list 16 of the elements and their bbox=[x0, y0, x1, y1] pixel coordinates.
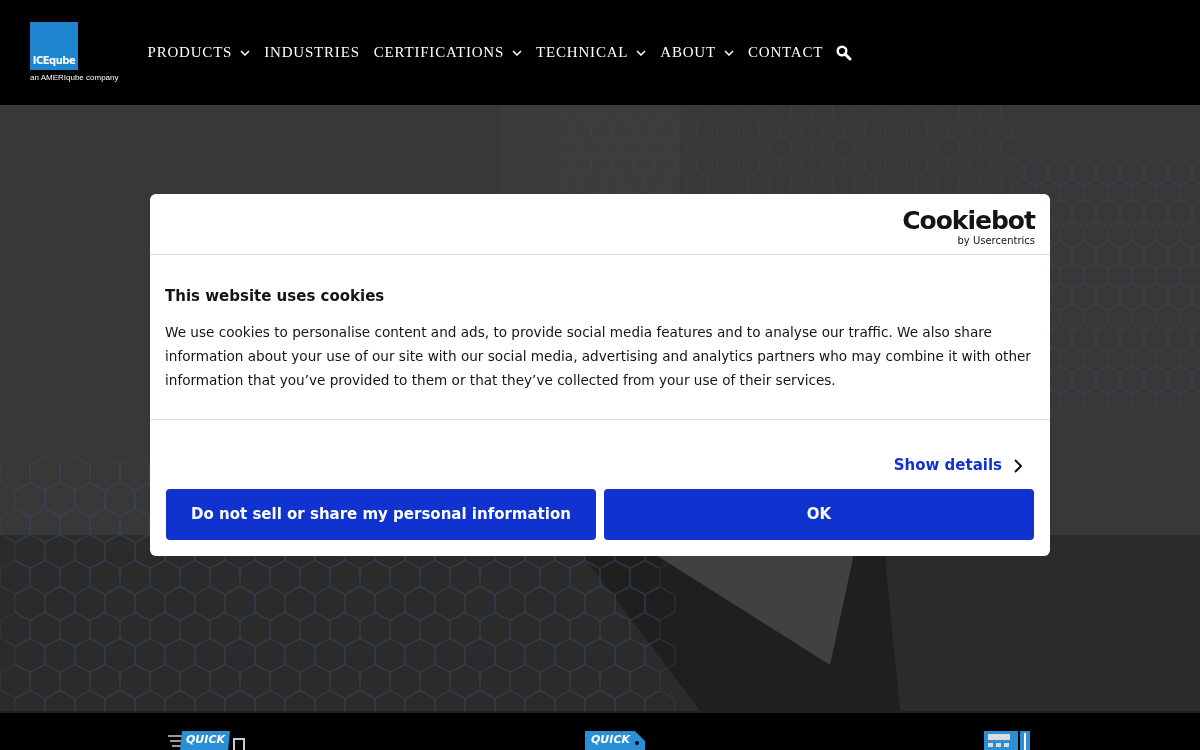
nav-link[interactable]: CONTACT bbox=[742, 41, 829, 64]
logo-tagline: an AMERIqube company bbox=[30, 71, 119, 84]
quick-quote-icon[interactable]: QUICK bbox=[585, 729, 647, 750]
dialog-text: We use cookies to personalise content and ads, to provide social media features and to analyse our traffic. We also share information about your use of our site with our social media, advertising and analytics partners who may combine it with other information that you’ve provided to them or that they’ve collected from your use of their services. bbox=[165, 322, 1032, 390]
nav-link[interactable]: PRODUCTS bbox=[142, 41, 256, 64]
logo-mark[interactable]: ICEqube bbox=[30, 21, 78, 70]
nav-link[interactable]: CERTIFICATIONS bbox=[368, 41, 528, 64]
logo-subtitle: by Usercentrics bbox=[956, 234, 1035, 248]
dialog-title: This website uses cookies bbox=[165, 286, 386, 307]
cookiebot-logo: Cookiebot bbox=[902, 208, 1035, 233]
ok-button[interactable]: OK bbox=[604, 489, 1034, 540]
nav-link[interactable]: ABOUT bbox=[655, 41, 739, 64]
show-details-link[interactable]: Show details bbox=[893, 442, 1022, 489]
nav-link[interactable]: TECHNICAL bbox=[531, 41, 652, 64]
nav-link[interactable]: INDUSTRIES bbox=[259, 41, 365, 64]
opt-out-button[interactable]: Do not sell or share my personal information bbox=[166, 489, 596, 540]
